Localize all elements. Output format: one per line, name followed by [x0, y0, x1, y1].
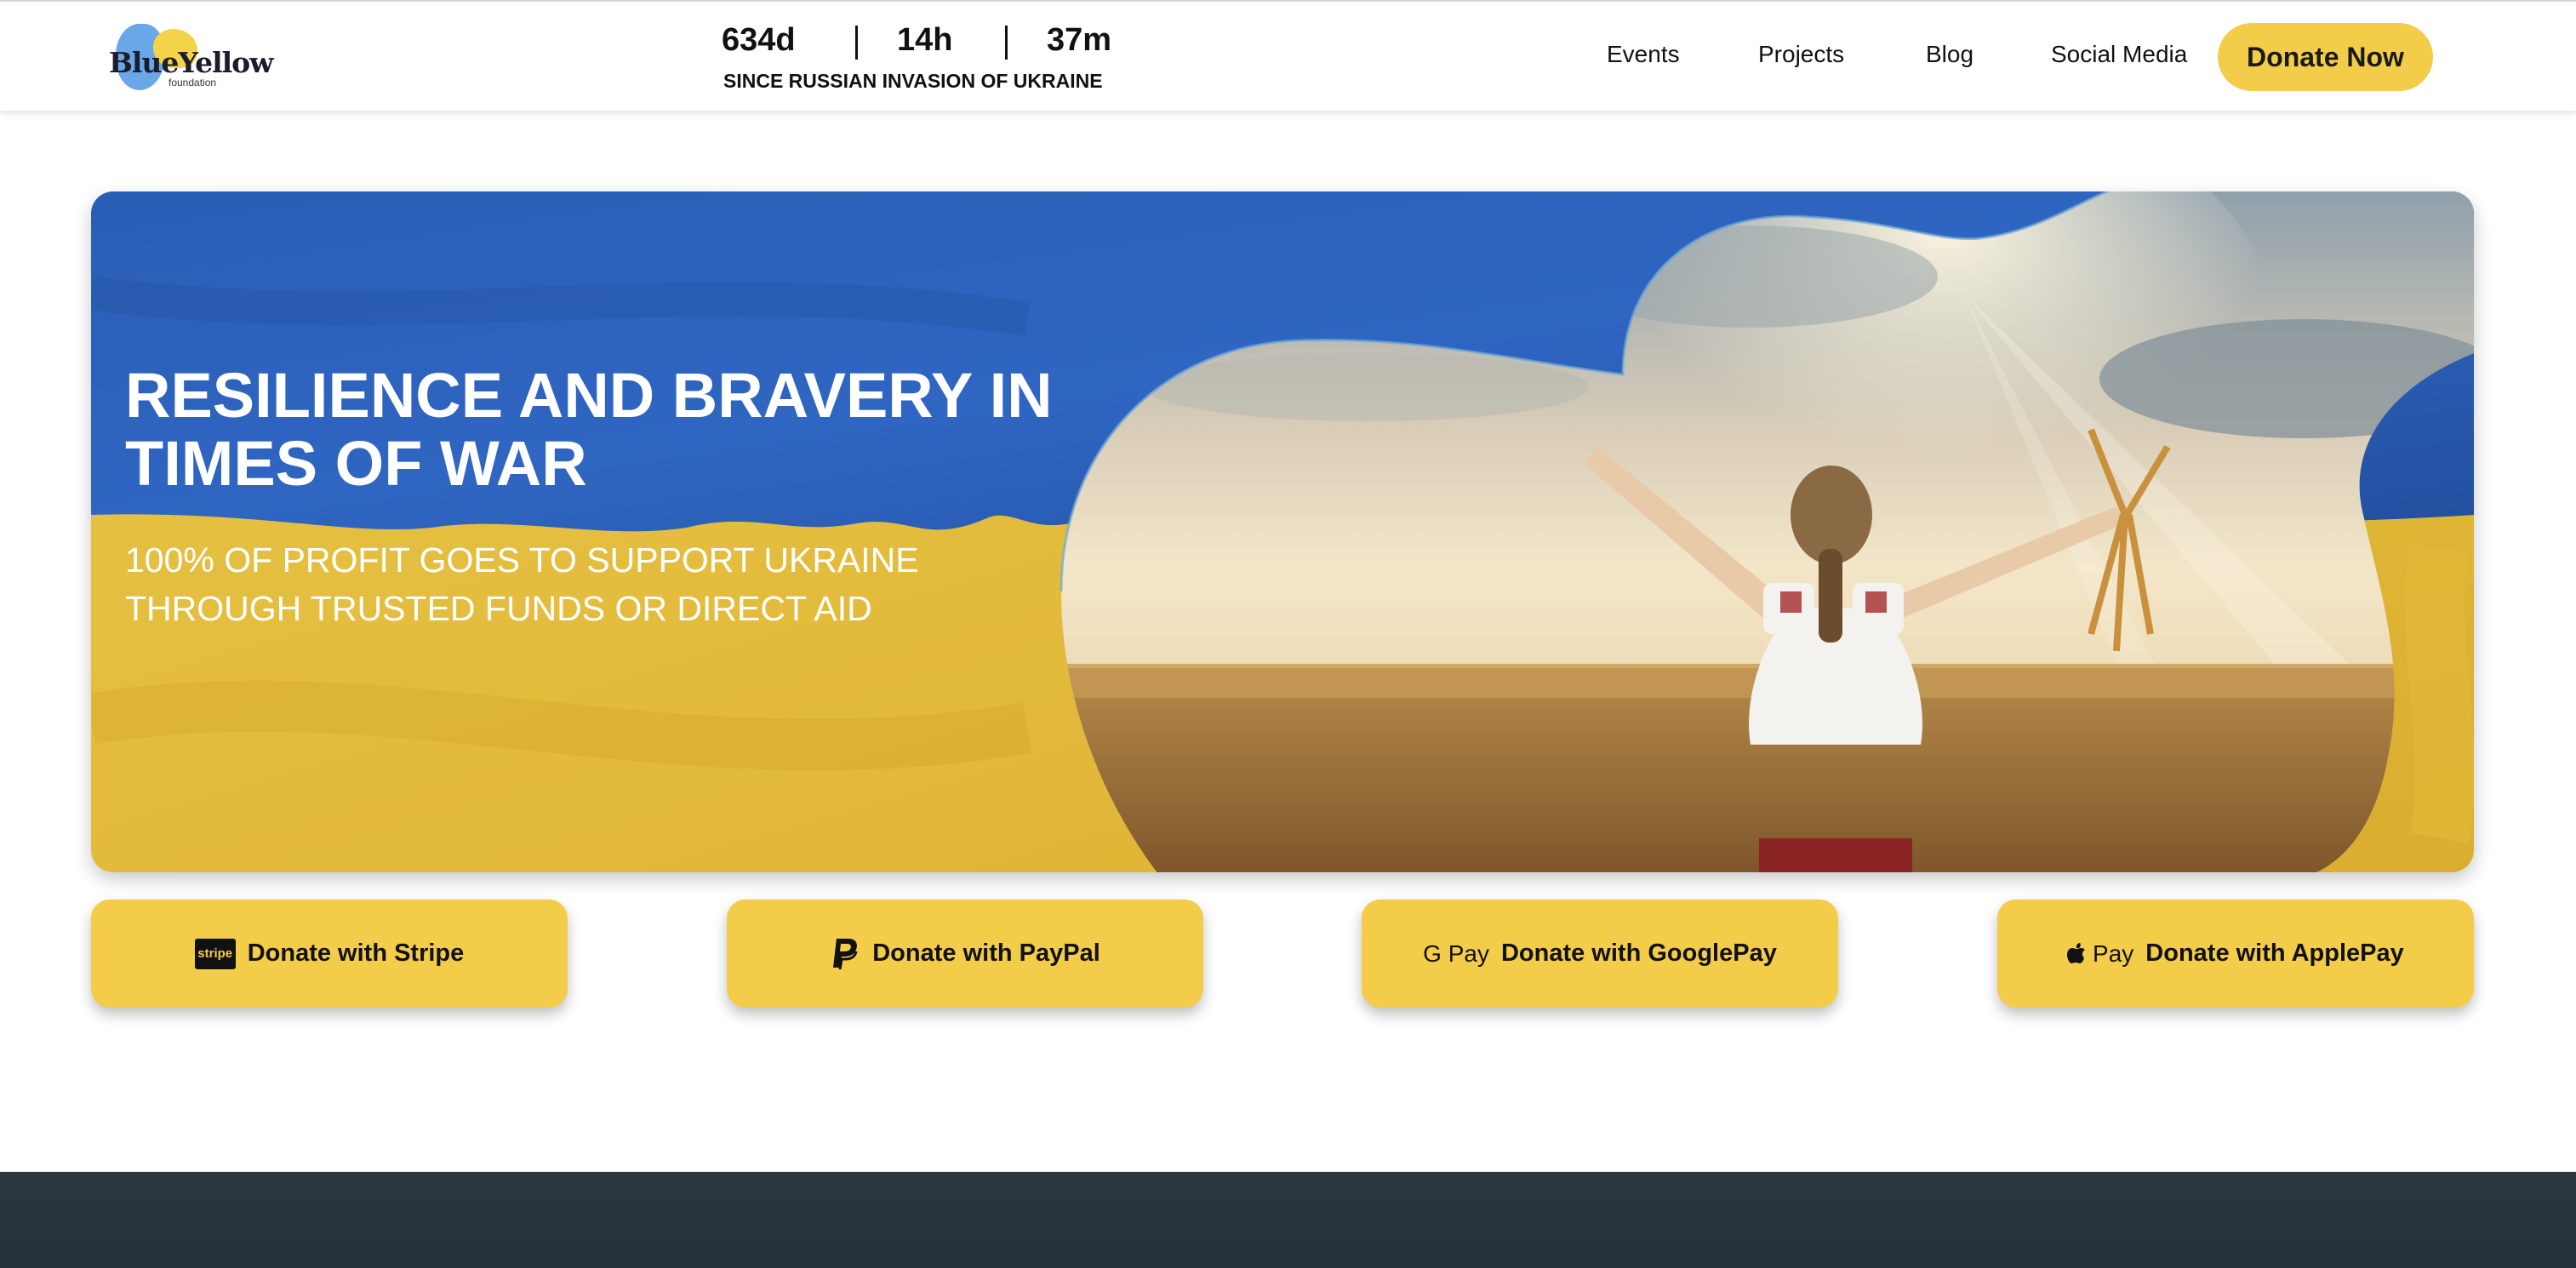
apple-pay-text: Pay	[2093, 940, 2134, 967]
blueyellow-logo[interactable]: BlueYellow foundation	[109, 19, 274, 95]
donate-googlepay-button[interactable]: G Pay Donate with GooglePay	[1362, 900, 1838, 1008]
counter-minutes: 37m	[1047, 22, 1112, 58]
logo-subtext: foundation	[168, 77, 217, 89]
hero-background	[91, 191, 2474, 872]
donate-applepay-button[interactable]: Pay Donate with ApplePay	[1997, 900, 2474, 1008]
counter-days: 634d	[722, 22, 796, 58]
paypal-icon	[830, 937, 860, 971]
stripe-icon: stripe	[194, 938, 236, 969]
counter-hours: 14h	[897, 22, 953, 58]
hero-title: RESILIENCE AND BRAVERY IN TIMES OF WAR	[125, 360, 1053, 499]
google-pay-icon: G Pay	[1423, 940, 1489, 967]
nav-projects-link[interactable]: Projects	[1758, 41, 1844, 68]
donate-stripe-label: Donate with Stripe	[247, 940, 465, 967]
donate-paypal-button[interactable]: Donate with PayPal	[727, 900, 1203, 1008]
donate-paypal-label: Donate with PayPal	[872, 940, 1100, 967]
donate-googlepay-label: Donate with GooglePay	[1500, 940, 1777, 967]
nav-social-media-link[interactable]: Social Media	[2051, 41, 2187, 68]
donate-now-button[interactable]: Donate Now	[2218, 23, 2433, 91]
counter-divider	[1005, 26, 1008, 60]
site-footer	[0, 1172, 2576, 1268]
logo-text: BlueYellow	[109, 46, 274, 79]
donate-applepay-label: Donate with ApplePay	[2145, 940, 2404, 967]
war-duration-counter: 634d 14h 37m SINCE RUSSIAN INVASION OF U…	[722, 22, 1113, 99]
donate-stripe-button[interactable]: stripe Donate with Stripe	[91, 900, 568, 1008]
hero-subtitle: 100% OF PROFIT GOES TO SUPPORT UKRAINE T…	[125, 540, 919, 628]
apple-pay-icon: Pay	[2067, 940, 2133, 968]
hero-banner: RESILIENCE AND BRAVERY IN TIMES OF WAR 1…	[91, 191, 2474, 872]
site-header: BlueYellow foundation 634d 14h 37m SINCE…	[0, 0, 2576, 111]
nav-events-link[interactable]: Events	[1607, 41, 1680, 68]
counter-caption: SINCE RUSSIAN INVASION OF UKRAINE	[723, 70, 1103, 92]
nav-blog-link[interactable]: Blog	[1926, 41, 1973, 68]
counter-divider	[855, 26, 858, 60]
